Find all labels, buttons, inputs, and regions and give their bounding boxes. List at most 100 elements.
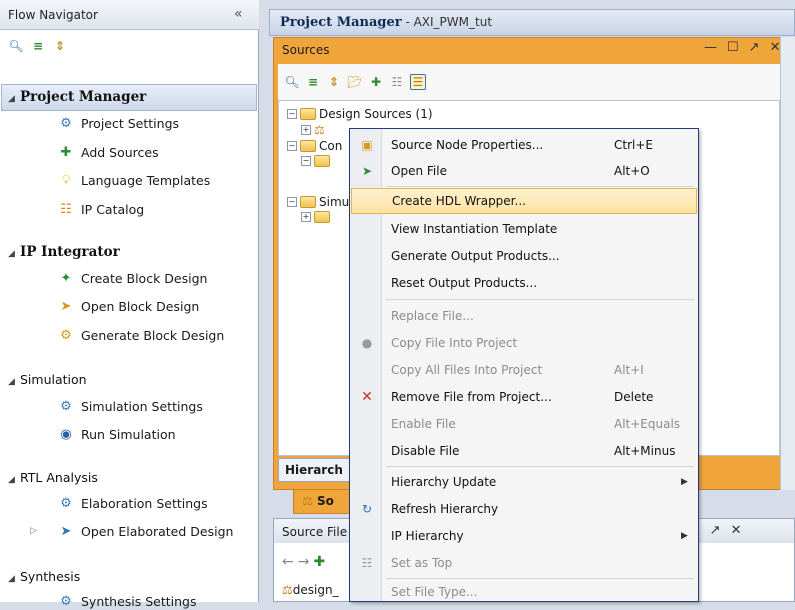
expand-triangle-icon[interactable]: ▷ [30,526,37,536]
sources-title: Sources [282,43,330,57]
nav-elaboration-settings[interactable]: ⚙ Elaboration Settings [57,494,207,512]
open-block-design-icon: ➤ [60,298,72,314]
nav-run-simulation[interactable]: ◉ Run Simulation [57,425,175,443]
menu-item-create-hdl-wrapper[interactable]: Create HDL Wrapper... [351,188,697,214]
tab-hierarchy[interactable]: Hierarch [278,458,350,482]
section-simulation[interactable]: ◢ Simulation [8,372,87,387]
remove-icon: ✕ [361,389,373,405]
menu-item-source-node-properties[interactable]: ▣ Source Node Properties... Ctrl+E [351,132,697,158]
nav-ip-catalog[interactable]: ☷ IP Catalog [57,200,144,218]
menu-item-disable-file[interactable]: Disable File Alt+Minus [351,438,697,464]
collapse-triangle-icon: ◢ [8,377,15,387]
nav-synthesis-settings[interactable]: ⚙ Synthesis Settings [57,592,196,610]
folder-icon [300,108,316,120]
back-arrow-icon[interactable]: ← [282,554,294,570]
add-icon[interactable]: ✚ [313,554,325,570]
nav-project-settings[interactable]: ⚙ Project Settings [57,114,179,132]
float-icon[interactable]: ↗ [710,523,721,538]
lightbulb-icon: 💡︎ [61,172,71,188]
section-project-manager[interactable]: ◢ Project Manager [8,89,146,105]
menu-item-ip-hierarchy[interactable]: IP Hierarchy ▶ [351,523,697,549]
menu-item-copy-file-into-project[interactable]: ● Copy File Into Project [351,330,697,356]
submenu-arrow-icon: ▶ [681,477,688,487]
source-file-name: ⚖ design_ [282,583,339,597]
collapse-node-icon[interactable]: − [287,141,297,151]
menu-item-replace-file[interactable]: Replace File... [351,303,697,329]
menu-item-hierarchy-update[interactable]: Hierarchy Update ▶ [351,469,697,495]
menu-item-reset-output-products[interactable]: Reset Output Products... [351,270,697,296]
open-design-icon: ➤ [60,523,72,539]
source-file-title: Source File [282,525,348,539]
run-simulation-icon: ◉ [60,426,72,442]
collapse-triangle-icon: ◢ [8,475,15,485]
flow-navigator-title: Flow Navigator [8,8,98,22]
show-hierarchy-icon[interactable]: ☰ [410,74,426,90]
block-design-icon: ⚖ [314,123,325,137]
tree-node-simulation-sources[interactable]: − Simu [287,195,349,209]
maximize-icon[interactable]: ☐ [727,40,739,55]
nav-generate-block-design[interactable]: ⚙ Generate Block Design [57,326,224,344]
nav-simulation-settings[interactable]: ⚙ Simulation Settings [57,397,203,415]
hierarchy-icon: ☷ [361,556,373,570]
project-manager-title: Project Manager - AXI_PWM_tut [280,15,493,30]
tree-node-constraints[interactable]: − Con [287,139,342,153]
sources-tab-icon: ⚖ [302,494,317,508]
collapse-node-icon[interactable]: − [301,156,311,166]
ip-chip-icon: ☷ [60,201,72,217]
close-icon[interactable]: ✕ [731,523,742,538]
collapse-triangle-icon: ◢ [8,574,15,584]
menu-item-copy-all-files-into-project[interactable]: Copy All Files Into Project Alt+I [351,357,697,383]
collapse-all-icon[interactable]: ≡ [30,38,46,54]
expand-node-icon[interactable]: + [301,125,311,135]
nav-add-sources[interactable]: ✚ Add Sources [57,143,159,161]
menu-item-view-instantiation-template[interactable]: View Instantiation Template [351,216,697,242]
gear-icon: ⚙ [60,398,72,414]
collapse-all-icon[interactable]: ≡ [305,74,321,90]
dot-icon: ● [361,336,373,350]
nav-open-block-design[interactable]: ➤ Open Block Design [57,297,200,315]
section-ip-integrator[interactable]: ◢ IP Integrator [8,244,120,260]
expand-all-icon[interactable]: ⇕ [326,74,342,90]
menu-item-set-file-type[interactable]: Set File Type... [351,579,697,605]
collapse-icon[interactable]: « [234,6,243,22]
menu-separator [386,299,694,300]
collapse-node-icon[interactable]: − [287,197,297,207]
add-sources-icon[interactable]: ✚ [368,74,384,90]
properties-icon: ▣ [361,138,373,152]
float-icon[interactable]: ↗ [749,40,760,55]
expand-all-icon[interactable]: ⇕ [52,38,68,54]
section-rtl-analysis[interactable]: ◢ RTL Analysis [8,470,98,485]
nav-create-block-design[interactable]: ✦ Create Block Design [57,269,208,287]
menu-item-generate-output-products[interactable]: Generate Output Products... [351,243,697,269]
flow-navigator-toolbar: 🔍︎ ≡ ⇕ [8,38,68,54]
sources-panel-header: Sources — ☐ ↗ ✕ [274,38,782,62]
menu-separator [386,466,694,467]
properties-icon[interactable]: ☷ [389,74,405,90]
side-strip [780,37,795,490]
forward-arrow-icon[interactable]: → [298,554,310,570]
menu-item-set-as-top[interactable]: ☷ Set as Top [351,550,697,576]
expand-node-icon[interactable]: + [301,212,311,222]
menu-item-remove-file-from-project[interactable]: ✕ Remove File from Project... Delete [351,384,697,410]
minimize-icon[interactable]: — [704,40,717,55]
folder-icon [300,140,316,152]
refresh-icon: ↻ [361,502,373,516]
collapse-node-icon[interactable]: − [287,109,297,119]
generate-block-design-icon: ⚙ [60,327,72,343]
nav-open-elaborated-design[interactable]: ▷ ➤ Open Elaborated Design [30,522,233,540]
tree-node-design-wrapper[interactable]: + ⚖ [301,123,325,137]
menu-item-enable-file[interactable]: Enable File Alt+Equals [351,411,697,437]
open-folder-icon[interactable]: 📂︎ [347,74,363,90]
folder-icon [314,155,330,167]
search-icon[interactable]: 🔍︎ [8,38,24,54]
search-icon[interactable]: 🔍︎ [284,74,300,90]
section-synthesis[interactable]: ◢ Synthesis [8,569,80,584]
panel-window-controls: — ☐ ↗ ✕ [704,40,780,55]
menu-item-refresh-hierarchy[interactable]: ↻ Refresh Hierarchy [351,496,697,522]
tree-node-sim[interactable]: + [301,211,333,223]
nav-language-templates[interactable]: 💡︎ Language Templates [57,171,210,189]
menu-item-open-file[interactable]: ➤ Open File Alt+O [351,158,697,184]
tree-node-design-sources[interactable]: − Design Sources (1) [287,107,433,121]
tree-node-constrs[interactable]: − [301,155,333,167]
close-icon[interactable]: ✕ [770,40,781,55]
